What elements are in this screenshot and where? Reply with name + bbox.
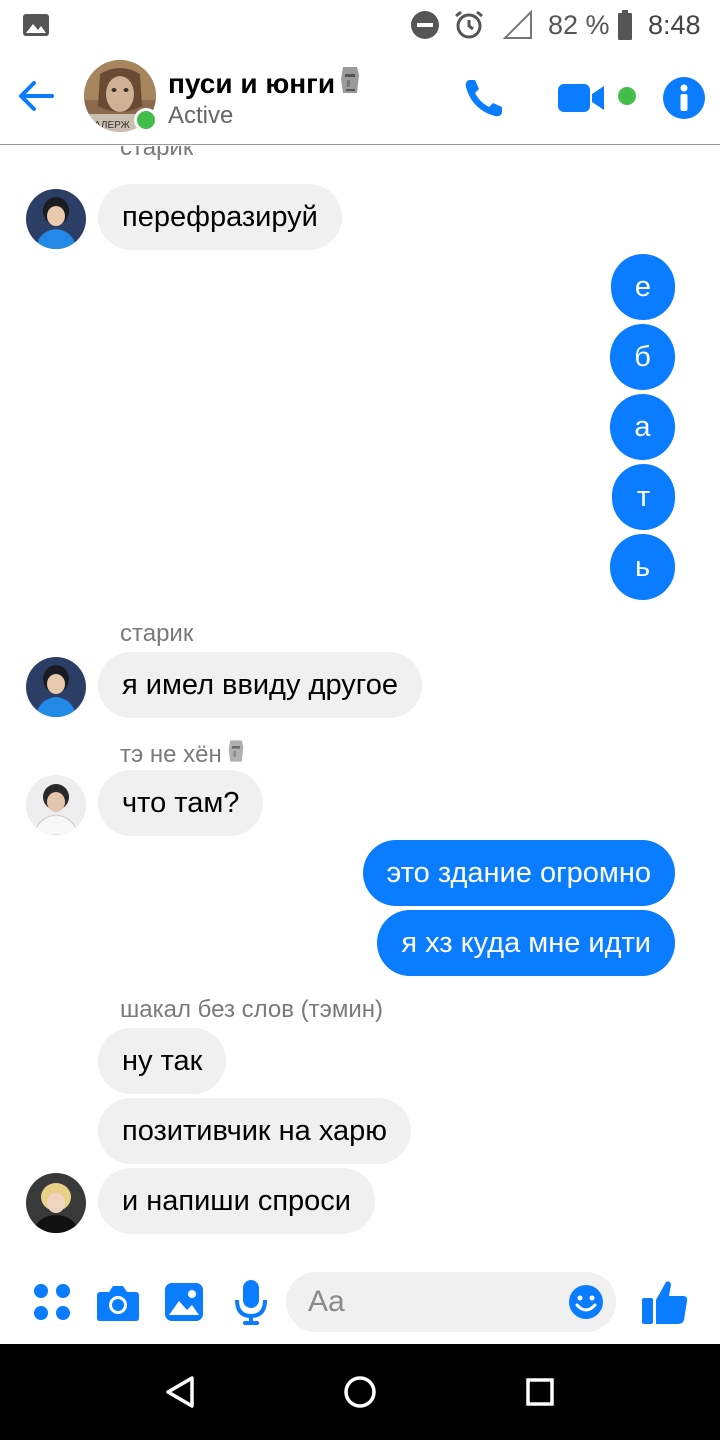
moai-emoji-icon [227, 738, 245, 771]
thumbs-up-icon[interactable] [640, 1278, 690, 1331]
incoming-message[interactable]: я имел ввиду другое [98, 652, 422, 718]
sender-name: старик [120, 620, 194, 647]
home-nav-icon[interactable] [340, 1372, 380, 1412]
outgoing-message[interactable]: е [611, 254, 675, 320]
back-nav-icon[interactable] [160, 1372, 200, 1412]
signal-icon [503, 8, 533, 42]
clock: 8:48 [648, 9, 701, 40]
conversation-title[interactable]: пуси и юнги [168, 65, 361, 102]
outgoing-message[interactable]: это здание огромно [362, 840, 675, 906]
composer-bar: Aa [0, 1256, 720, 1344]
active-status: Active [168, 102, 234, 129]
outgoing-message[interactable]: б [610, 324, 675, 390]
info-icon[interactable] [662, 76, 706, 125]
incoming-message[interactable]: и напиши спроси [98, 1168, 375, 1234]
avatar[interactable] [26, 657, 86, 717]
avatar[interactable] [26, 775, 86, 835]
title-text: пуси и юнги [168, 67, 336, 99]
emoji-icon[interactable] [568, 1284, 604, 1325]
image-notification-icon [22, 8, 50, 42]
sender-name: тэ не хён [120, 738, 245, 771]
online-indicator [134, 108, 158, 132]
battery-percent: 82 % [548, 9, 610, 40]
back-arrow-icon[interactable] [16, 76, 56, 121]
avatar[interactable] [26, 189, 86, 249]
outgoing-message[interactable]: я хз куда мне идти [377, 910, 675, 976]
status-bar: 82 % 8:48 [0, 0, 720, 50]
sender-name-cut: старик [120, 146, 194, 161]
incoming-message[interactable]: что там? [98, 770, 264, 836]
avatar[interactable] [26, 1173, 86, 1233]
camera-icon[interactable] [96, 1284, 140, 1327]
incoming-message[interactable]: ну так [98, 1028, 227, 1094]
system-navigation-bar [0, 1344, 720, 1440]
moai-emoji-icon [339, 65, 361, 102]
video-call-icon[interactable] [556, 82, 606, 119]
outgoing-message[interactable]: а [610, 394, 675, 460]
alarm-icon [453, 8, 485, 42]
recents-nav-icon[interactable] [520, 1372, 560, 1412]
message-input[interactable]: Aa [286, 1272, 616, 1332]
message-list[interactable]: старик перефразируй е б а т ь старик я и… [0, 146, 720, 1256]
outgoing-message[interactable]: ь [610, 534, 675, 600]
message-input-placeholder: Aa [308, 1285, 345, 1318]
incoming-message[interactable]: позитивчик на харю [98, 1098, 412, 1164]
battery-icon [617, 8, 633, 42]
do-not-disturb-icon [410, 8, 440, 42]
conversation-header: АЛЕРЖ пуси и юнги Active [0, 50, 720, 145]
gallery-icon[interactable] [164, 1282, 204, 1327]
avatar-caption: АЛЕРЖ [94, 120, 131, 131]
incoming-message[interactable]: перефразируй [98, 184, 342, 250]
more-options-icon[interactable] [32, 1282, 72, 1327]
call-active-dot [618, 87, 636, 105]
outgoing-message[interactable]: т [612, 464, 675, 530]
phone-call-icon[interactable] [462, 76, 506, 125]
sender-name: шакал без слов (тэмин) [120, 996, 384, 1023]
microphone-icon[interactable] [234, 1278, 268, 1331]
